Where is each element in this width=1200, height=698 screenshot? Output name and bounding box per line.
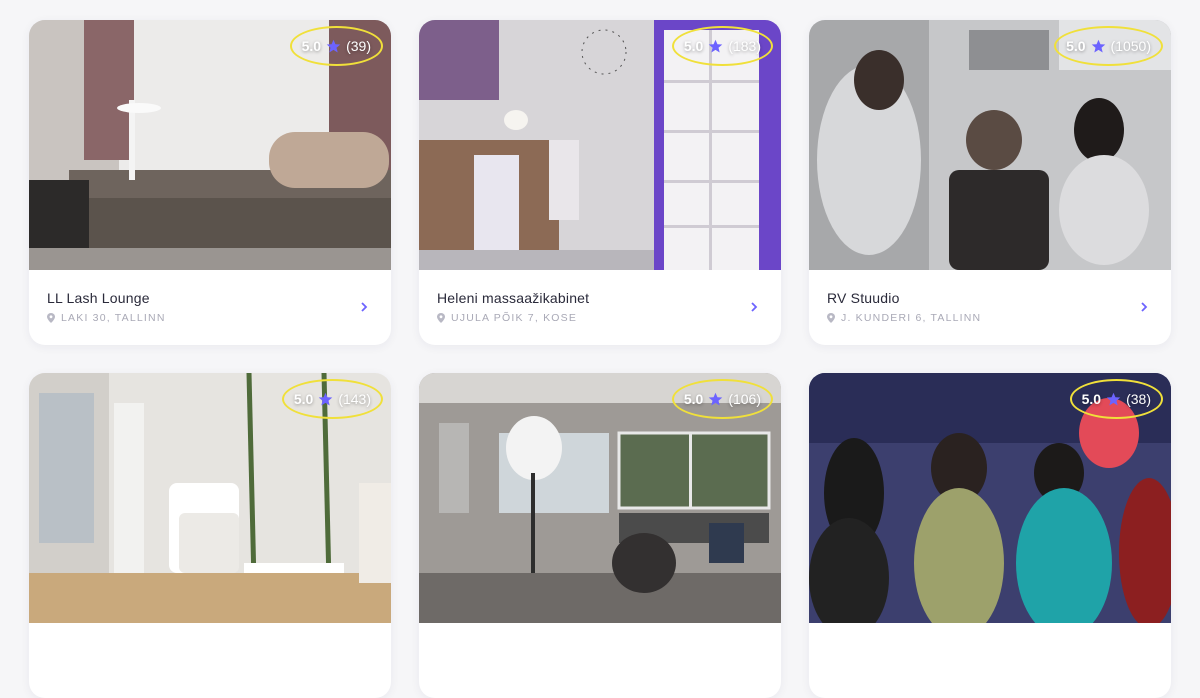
salon-card-heleni-massaazikabinet[interactable]: 5.0 (183) Heleni massaažikabinet UJULA P… <box>419 20 781 345</box>
rating-badge: 5.0 (38) <box>1069 379 1163 419</box>
star-icon <box>1106 392 1121 405</box>
salon-name[interactable]: LL Lash Lounge <box>47 290 150 306</box>
star-icon <box>326 39 341 52</box>
rating-score: 5.0 <box>683 391 704 407</box>
rating-score: 5.0 <box>301 38 322 54</box>
salon-address: UJULA PÕIK 7, KOSE <box>437 312 577 324</box>
location-pin-icon <box>47 313 55 323</box>
review-count: (183) <box>728 38 761 54</box>
review-count: (1050) <box>1110 38 1151 54</box>
chevron-right-icon[interactable] <box>1139 300 1149 314</box>
review-count: (106) <box>728 391 761 407</box>
star-icon <box>709 392 723 405</box>
rating-badge: 5.0 (183) <box>671 26 773 66</box>
rating-score: 5.0 <box>1081 391 1102 407</box>
rating-badge: 5.0 (143) <box>281 379 383 419</box>
rating-score: 5.0 <box>683 38 704 54</box>
salon-info[interactable]: RV Stuudio J. KUNDERI 6, TALLINN <box>809 270 1171 345</box>
salon-name[interactable]: Heleni massaažikabinet <box>437 290 589 306</box>
star-icon <box>709 39 723 52</box>
salon-address: J. KUNDERI 6, TALLINN <box>827 312 981 324</box>
location-pin-icon <box>827 313 835 323</box>
salon-info[interactable]: Heleni massaažikabinet UJULA PÕIK 7, KOS… <box>419 270 781 345</box>
salon-address-text: J. KUNDERI 6, TALLINN <box>841 312 982 324</box>
salon-address-text: LAKI 30, TALLINN <box>61 312 166 324</box>
salon-card-ll-lash-lounge[interactable]: 5.0 (39) LL Lash Lounge LAKI 30, TALLINN <box>29 20 391 345</box>
chevron-right-icon[interactable] <box>359 300 369 314</box>
rating-badge: 5.0 (1050) <box>1054 26 1163 66</box>
review-count: (39) <box>346 38 371 54</box>
chevron-right-icon[interactable] <box>749 300 759 314</box>
salon-card[interactable]: 5.0 (106) <box>419 373 781 698</box>
rating-badge: 5.0 (39) <box>289 26 383 66</box>
salon-address: LAKI 30, TALLINN <box>47 312 166 324</box>
star-icon <box>1091 39 1105 52</box>
salon-card[interactable]: 5.0 (143) <box>29 373 391 698</box>
star-icon <box>319 392 333 405</box>
salon-name[interactable]: RV Stuudio <box>827 290 900 306</box>
location-pin-icon <box>437 313 445 323</box>
salon-card-rv-stuudio[interactable]: 5.0 (1050) RV Stuudio J. KUNDERI 6, TALL… <box>809 20 1171 345</box>
review-count: (143) <box>338 391 371 407</box>
salon-grid: 5.0 (39) LL Lash Lounge LAKI 30, TALLINN <box>29 20 1171 698</box>
rating-score: 5.0 <box>293 391 314 407</box>
salon-info[interactable]: LL Lash Lounge LAKI 30, TALLINN <box>29 270 391 345</box>
salon-address-text: UJULA PÕIK 7, KOSE <box>451 312 578 324</box>
salon-card[interactable]: 5.0 (38) <box>809 373 1171 698</box>
rating-badge: 5.0 (106) <box>671 379 773 419</box>
rating-score: 5.0 <box>1066 38 1086 54</box>
review-count: (38) <box>1126 391 1151 407</box>
